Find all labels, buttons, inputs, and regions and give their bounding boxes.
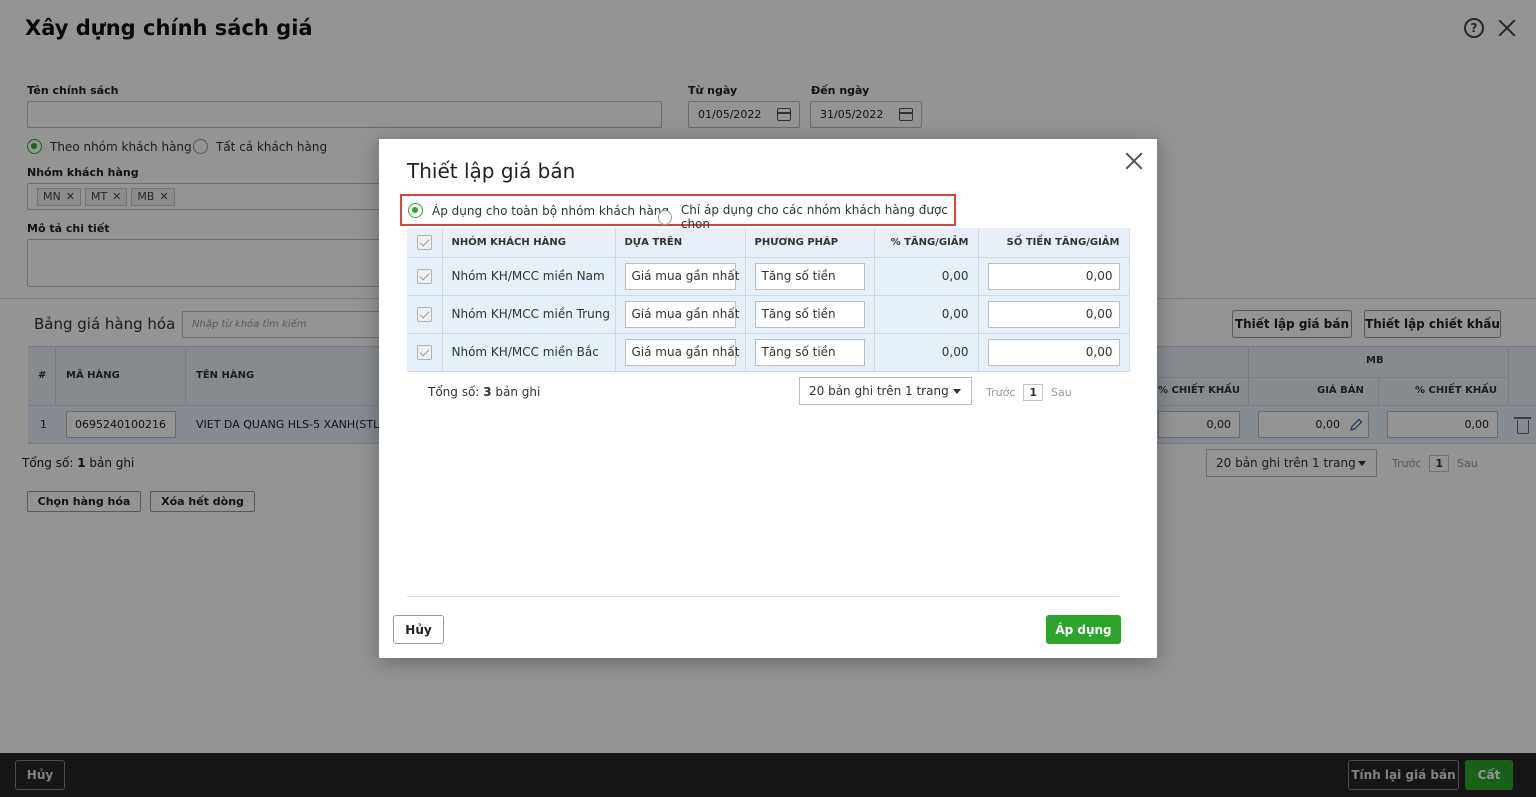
apply-all-label: Áp dụng cho toàn bộ nhóm khách hàng xyxy=(432,203,670,218)
close-icon[interactable] xyxy=(1125,152,1143,170)
next-page[interactable]: Sau xyxy=(1051,386,1072,399)
based-on-select[interactable]: Giá mua gần nhất xyxy=(624,300,739,328)
amount-input[interactable]: 0,00 xyxy=(987,300,1120,328)
select-all-checkbox-cell[interactable] xyxy=(407,228,443,258)
row-checkbox-cell[interactable] xyxy=(407,295,443,334)
setup-price-dialog: Thiết lập giá bán Áp dụng cho toàn bộ nh… xyxy=(379,139,1157,658)
table-row[interactable]: Nhóm KH/MCC miền Trung Giá mua gần nhất … xyxy=(407,295,1130,334)
col-customer-group: NHÓM KHÁCH HÀNG xyxy=(442,228,616,258)
col-amount: SỐ TIỀN TĂNG/GIẢM xyxy=(978,228,1130,258)
amount-input[interactable]: 0,00 xyxy=(987,262,1120,290)
row-group-name: Nhóm KH/MCC miền Nam xyxy=(442,257,616,296)
customer-group-table: NHÓM KHÁCH HÀNG DỰA TRÊN PHƯƠNG PHÁP % T… xyxy=(407,228,1130,372)
dialog-title: Thiết lập giá bán xyxy=(407,159,576,183)
row-percent: 0,00 xyxy=(874,295,979,334)
col-method: PHƯƠNG PHÁP xyxy=(745,228,875,258)
table-row[interactable]: Nhóm KH/MCC miền Nam Giá mua gần nhất Tă… xyxy=(407,257,1130,296)
row-percent: 0,00 xyxy=(874,257,979,296)
row-checkbox-cell[interactable] xyxy=(407,333,443,372)
checkbox-icon[interactable] xyxy=(416,344,432,360)
table-row[interactable]: Nhóm KH/MCC miền Bắc Giá mua gần nhất Tă… xyxy=(407,333,1130,372)
total-records: Tổng số: 3 bản ghi xyxy=(428,385,541,399)
page-number[interactable]: 1 xyxy=(1023,384,1044,401)
radio-off-icon[interactable] xyxy=(658,209,672,225)
radio-on-icon[interactable] xyxy=(408,203,423,218)
row-group-name: Nhóm KH/MCC miền Bắc xyxy=(442,333,616,372)
row-group-name: Nhóm KH/MCC miền Trung xyxy=(442,295,616,334)
apply-selected-option[interactable]: Chỉ áp dụng cho các nhóm khách hàng được… xyxy=(658,203,954,231)
page-size-select[interactable]: 20 bản ghi trên 1 trang xyxy=(799,377,972,405)
prev-page[interactable]: Trước xyxy=(986,386,1015,399)
col-based-on: DỰA TRÊN xyxy=(615,228,746,258)
based-on-select[interactable]: Giá mua gần nhất xyxy=(624,262,739,290)
checkbox-icon[interactable] xyxy=(416,306,432,322)
table-header-row: NHÓM KHÁCH HÀNG DỰA TRÊN PHƯƠNG PHÁP % T… xyxy=(407,228,1130,258)
divider xyxy=(407,596,1119,597)
amount-input[interactable]: 0,00 xyxy=(987,338,1120,366)
pager: Trước 1 Sau xyxy=(986,384,1072,401)
checkbox-icon[interactable] xyxy=(416,268,432,284)
apply-selected-label: Chỉ áp dụng cho các nhóm khách hàng được… xyxy=(680,203,948,231)
chevron-down-icon xyxy=(953,389,961,394)
based-on-select[interactable]: Giá mua gần nhất xyxy=(624,338,739,366)
method-select[interactable]: Tăng số tiền xyxy=(754,300,865,328)
apply-scope-group: Áp dụng cho toàn bộ nhóm khách hàng Chỉ … xyxy=(400,194,956,231)
checkbox-icon[interactable] xyxy=(416,234,432,250)
row-percent: 0,00 xyxy=(874,333,979,372)
apply-all-option[interactable]: Áp dụng cho toàn bộ nhóm khách hàng xyxy=(408,203,669,218)
method-select[interactable]: Tăng số tiền xyxy=(754,338,865,366)
method-select[interactable]: Tăng số tiền xyxy=(754,262,865,290)
row-checkbox-cell[interactable] xyxy=(407,257,443,296)
apply-button[interactable]: Áp dụng xyxy=(1046,615,1121,644)
cancel-button[interactable]: Hủy xyxy=(393,615,444,644)
col-percent: % TĂNG/GIẢM xyxy=(874,228,979,258)
